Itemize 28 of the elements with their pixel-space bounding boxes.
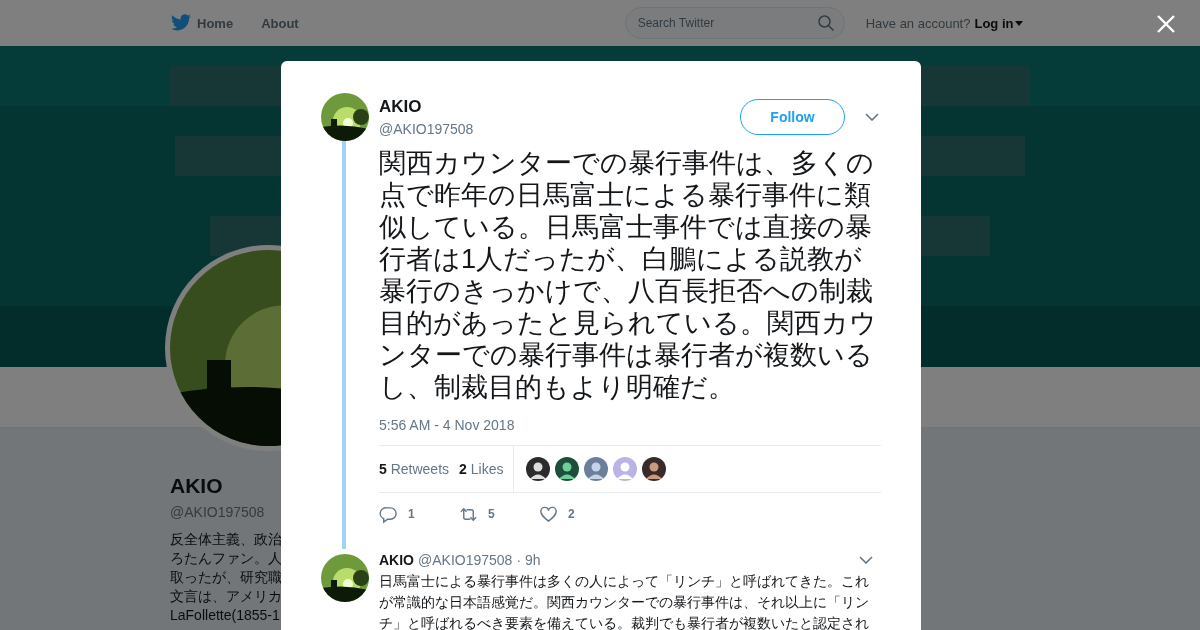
- timestamp: 5:56 AM - 4 Nov 2018: [379, 417, 516, 433]
- caret-icon[interactable]: [1015, 20, 1024, 26]
- search-icon[interactable]: [816, 14, 835, 32]
- account-prompt: Have an account?: [865, 15, 971, 31]
- bio-line: ろたんファン。人: [170, 549, 282, 568]
- bio-line: 反全体主義、政治: [170, 530, 282, 549]
- reply-text: 日馬富士による暴行事件は多くの人によって「リンチ」と呼ばれてきた。これが常識的な日本語感覚だ。関西カウンターでの暴行事件は、それ以上に「リンチ」と呼ばれるべき要素を備えている。裁判でも暴行者が複数いたと認定され: [379, 572, 870, 630]
- bio-line: 取ったが、研究職: [170, 568, 282, 587]
- heart-icon[interactable]: [539, 504, 558, 524]
- action-count: 1: [408, 507, 415, 521]
- stat-count[interactable]: 2 Likes: [459, 461, 504, 477]
- reply-author: AKIO: [379, 552, 414, 568]
- profile-name: AKIO: [170, 474, 223, 498]
- stat-count[interactable]: 5 Retweets: [379, 461, 450, 477]
- bio-line: 文言は、アメリカ: [170, 587, 282, 606]
- nav-link[interactable]: About: [261, 15, 299, 31]
- chevron-icon[interactable]: [859, 556, 873, 564]
- profile-handle: @AKIO197508: [170, 504, 265, 520]
- reply-time: · 9h: [516, 552, 542, 568]
- login-link[interactable]: Log in: [974, 15, 1024, 31]
- reply-handle: @AKIO197508: [418, 552, 513, 568]
- reply-icon[interactable]: [379, 504, 398, 524]
- action-count: 2: [568, 507, 575, 521]
- close-icon[interactable]: [1157, 15, 1175, 33]
- bio-line: LaFollette(1855-1: [170, 606, 280, 625]
- search-field[interactable]: Search Twitter: [624, 7, 845, 39]
- action-count: 5: [488, 507, 495, 521]
- nav-link[interactable]: Home: [197, 15, 234, 31]
